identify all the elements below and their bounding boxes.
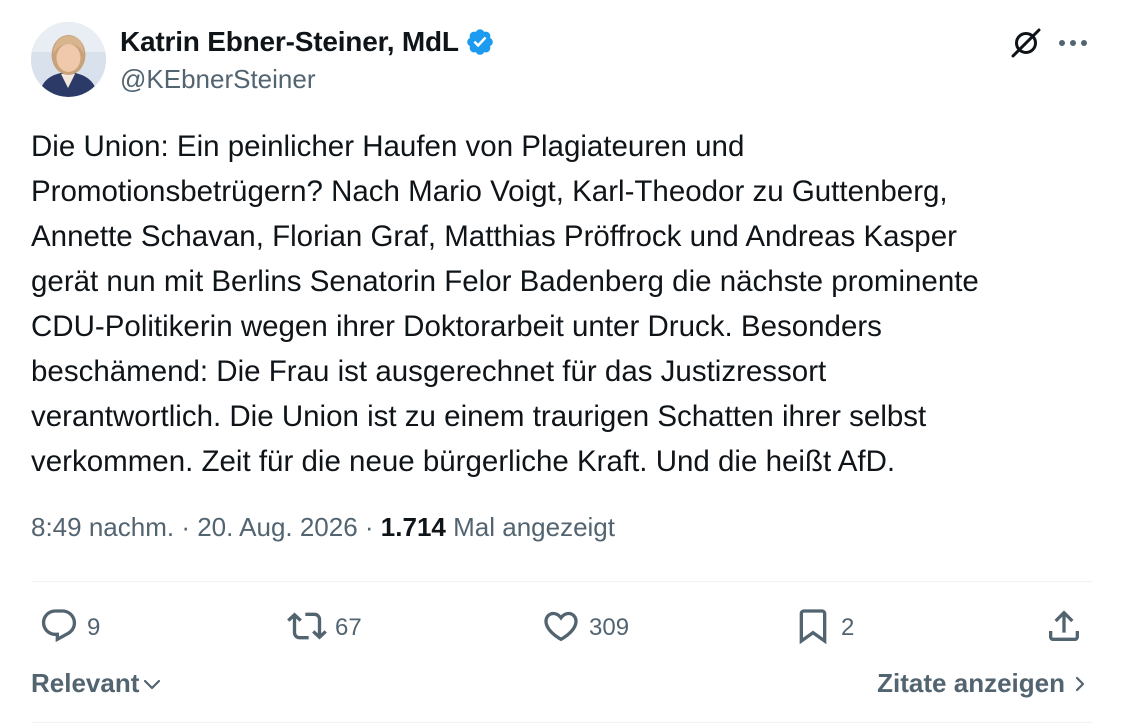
repost-count: 67 (335, 614, 362, 641)
verified-badge-icon (465, 27, 495, 57)
like-button[interactable]: 309 (541, 603, 629, 653)
meta-separator: · (174, 512, 198, 542)
divider (31, 722, 1093, 723)
tweet-text-line: CDU-Politikerin wegen ihrer Doktorarbeit… (31, 310, 882, 343)
tweet-text-line: beschämend: Die Frau ist ausgerechnet fü… (31, 355, 827, 388)
bookmark-count: 2 (841, 614, 855, 641)
tweet-text-line: Promotionsbetrügern? Nach Mario Voigt, K… (31, 175, 948, 208)
share-icon (1044, 606, 1084, 651)
replies-controls: Relevant Zitate anzeigen (31, 668, 1093, 704)
tweet-header: Katrin Ebner-Steiner, MdL @KEbnerSteiner (31, 22, 1093, 100)
sort-replies-button[interactable]: Relevant (31, 668, 163, 699)
bookmark-button[interactable]: 2 (793, 603, 854, 653)
quotes-label: Zitate anzeigen (877, 668, 1065, 698)
tweet-text-line: Die Union: Ein peinlicher Haufen von Pla… (31, 130, 745, 163)
meta-separator: · (357, 512, 381, 542)
tweet-time[interactable]: 8:49 nachm. (31, 512, 174, 542)
views-count: 1.714 (380, 512, 446, 542)
tweet-text-line: Annette Schavan, Florian Graf, Matthias … (31, 220, 957, 253)
tweet-text-line: verkommen. Zeit für die neue bürgerliche… (31, 445, 896, 478)
action-bar: 9 67 309 2 (31, 603, 1093, 653)
tweet-text-line: verantwortlich. Die Union ist zu einem t… (31, 400, 927, 433)
reply-icon (39, 606, 79, 651)
sort-label: Relevant (31, 668, 140, 698)
author-name-row: Katrin Ebner-Steiner, MdL (120, 26, 495, 58)
tweet-text: Die Union: Ein peinlicher Haufen von Pla… (31, 124, 1101, 484)
author-name[interactable]: Katrin Ebner-Steiner, MdL (120, 26, 459, 58)
divider (31, 581, 1093, 582)
author-handle[interactable]: @KEbnerSteiner (120, 64, 316, 95)
avatar[interactable] (31, 22, 106, 97)
share-button[interactable] (1044, 603, 1084, 653)
tweet-text-line: gerät nun mit Berlins Senatorin Felor Ba… (31, 265, 979, 298)
chevron-down-icon (141, 673, 163, 695)
tweet-meta: 8:49 nachm. · 20. Aug. 2026 · 1.714 Mal … (31, 512, 615, 543)
repost-icon (287, 606, 327, 651)
grok-icon[interactable] (1007, 24, 1045, 62)
reply-button[interactable]: 9 (39, 603, 100, 653)
view-quotes-link[interactable]: Zitate anzeigen (877, 668, 1087, 699)
tweet-date[interactable]: 20. Aug. 2026 (197, 512, 357, 542)
heart-icon (541, 606, 581, 651)
like-count: 309 (589, 614, 630, 641)
reply-count: 9 (87, 614, 101, 641)
views-label: Mal angezeigt (453, 512, 615, 542)
repost-button[interactable]: 67 (287, 603, 362, 653)
chevron-right-icon (1073, 673, 1087, 695)
bookmark-icon (793, 606, 833, 651)
more-icon[interactable] (1053, 24, 1093, 62)
